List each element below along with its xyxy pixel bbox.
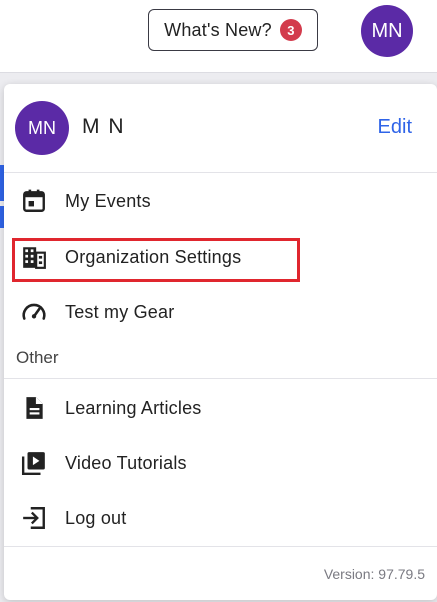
- whats-new-label: What's New?: [164, 19, 272, 40]
- logout-icon: [21, 505, 47, 531]
- top-bar: What's New? 3 MN: [0, 0, 437, 73]
- divider: [4, 378, 437, 379]
- menu-item-label: Learning Articles: [65, 397, 202, 418]
- document-icon: [21, 395, 47, 421]
- menu-item-test-my-gear[interactable]: Test my Gear: [4, 287, 437, 337]
- user-avatar-button[interactable]: MN: [361, 5, 413, 57]
- menu-item-label: Log out: [65, 507, 127, 528]
- menu-item-label: Organization Settings: [65, 246, 242, 267]
- divider: [4, 546, 437, 547]
- speedometer-icon: [21, 299, 47, 325]
- menu-item-label: Test my Gear: [65, 301, 175, 322]
- menu-item-label: My Events: [65, 190, 151, 211]
- menu-item-organization-settings[interactable]: Organization Settings: [4, 232, 437, 282]
- avatar: MN: [15, 101, 69, 155]
- menu-item-log-out[interactable]: Log out: [4, 493, 437, 543]
- menu-item-my-events[interactable]: My Events: [4, 176, 437, 226]
- menu-item-video-tutorials[interactable]: Video Tutorials: [4, 438, 437, 488]
- notification-count-badge: 3: [279, 19, 302, 41]
- user-name: M N: [82, 115, 125, 138]
- edit-profile-link[interactable]: Edit: [378, 116, 412, 139]
- menu-item-label: Video Tutorials: [65, 452, 187, 473]
- version-label: Version: 97.79.5: [323, 566, 425, 582]
- calendar-icon: [21, 188, 47, 214]
- menu-item-learning-articles[interactable]: Learning Articles: [4, 383, 437, 433]
- whats-new-button[interactable]: What's New? 3: [148, 9, 318, 51]
- user-dropdown-menu: MN M N Edit My Events Organization Setti…: [4, 84, 437, 600]
- section-label-other: Other: [16, 348, 59, 367]
- menu-header: MN M N Edit: [4, 84, 437, 173]
- video-library-icon: [21, 450, 47, 476]
- building-icon: [21, 244, 47, 270]
